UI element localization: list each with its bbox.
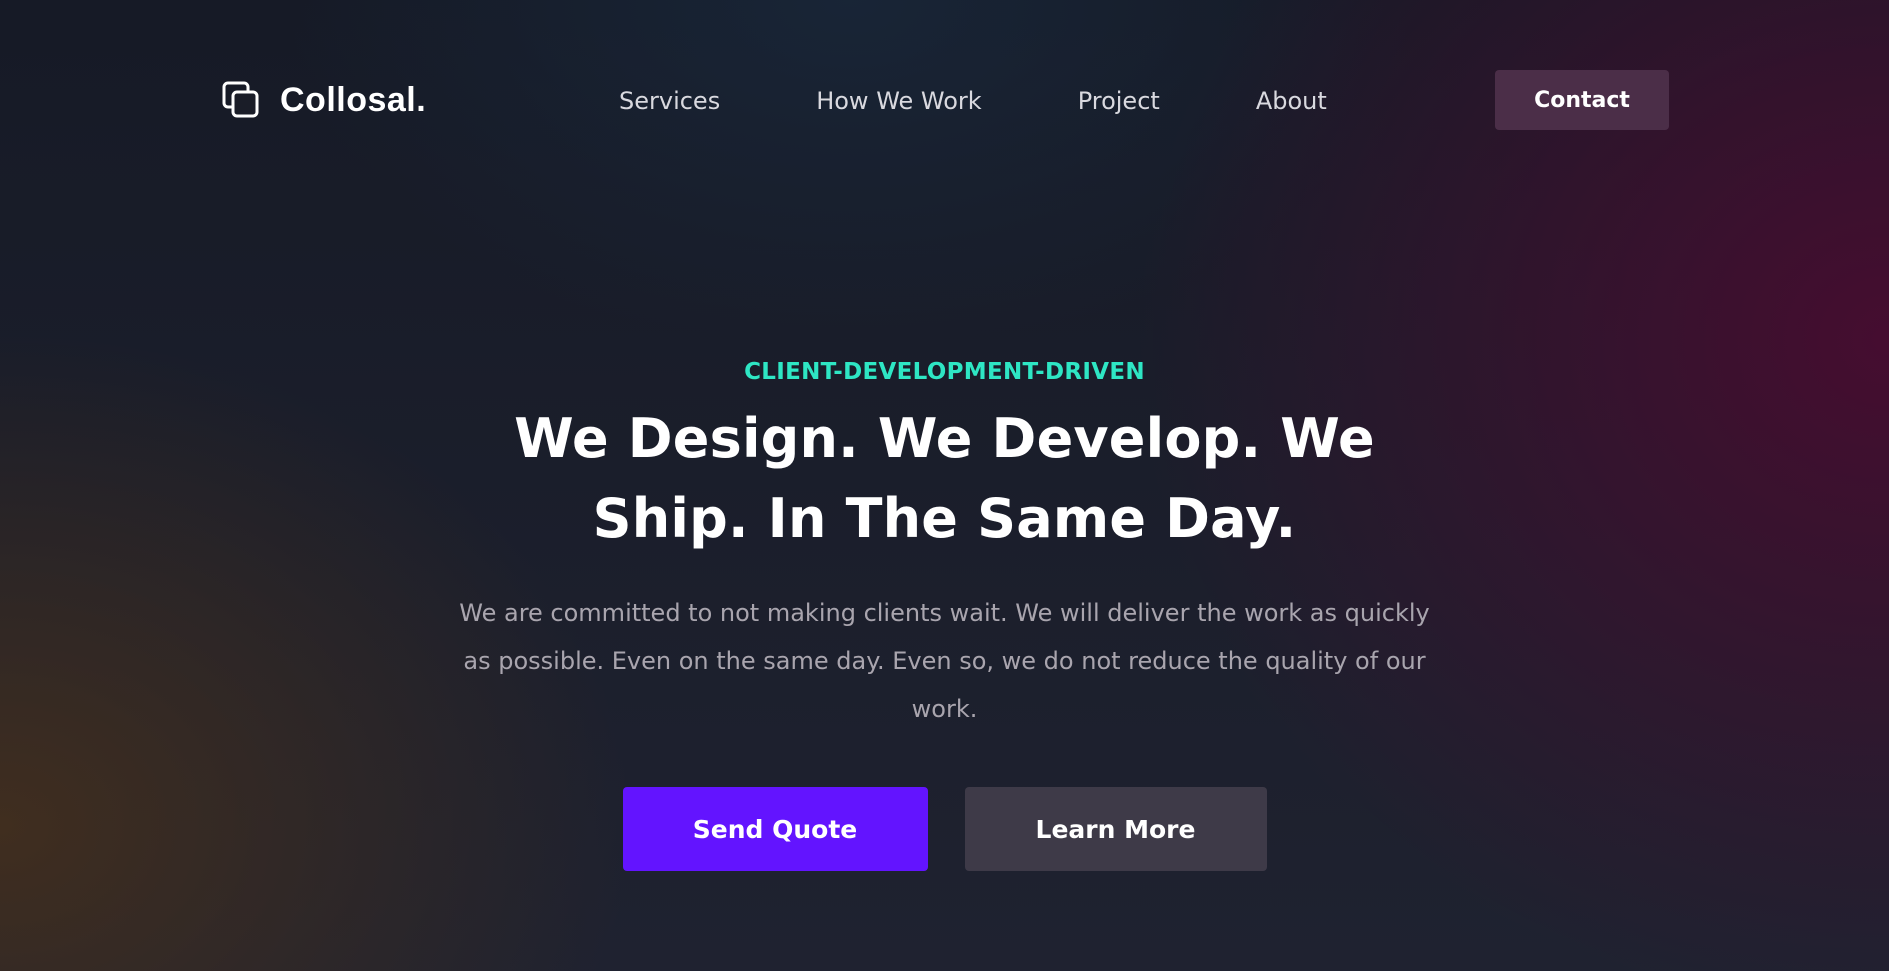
hero-description: We are committed to not making clients w…	[459, 599, 1430, 723]
brand-logo-link[interactable]: Collosal.	[222, 80, 426, 120]
contact-button[interactable]: Contact	[1495, 70, 1669, 130]
learn-more-button[interactable]: Learn More	[964, 787, 1267, 871]
hero-eyebrow: CLIENT-DEVELOPMENT-DRIVEN	[744, 359, 1145, 385]
main-nav: Services How We Work Project About	[619, 86, 1327, 116]
hero-title: We Design. We Develop. We Ship. In The S…	[514, 407, 1375, 550]
overlapping-squares-icon	[222, 81, 259, 118]
nav-item-about[interactable]: About	[1256, 87, 1327, 115]
brand-name: Collosal.	[280, 80, 427, 119]
send-quote-button[interactable]: Send Quote	[622, 787, 928, 871]
hero-cta-group: Send Quote Learn More	[0, 787, 1889, 871]
landing-page: Collosal. Services How We Work Project A…	[0, 0, 1889, 971]
site-header: Collosal. Services How We Work Project A…	[222, 70, 1669, 130]
nav-item-project[interactable]: Project	[1078, 87, 1160, 115]
hero-section: CLIENT-DEVELOPMENT-DRIVEN We Design. We …	[0, 355, 1889, 871]
nav-item-how-we-work[interactable]: How We Work	[816, 87, 981, 115]
nav-item-services[interactable]: Services	[619, 87, 720, 115]
